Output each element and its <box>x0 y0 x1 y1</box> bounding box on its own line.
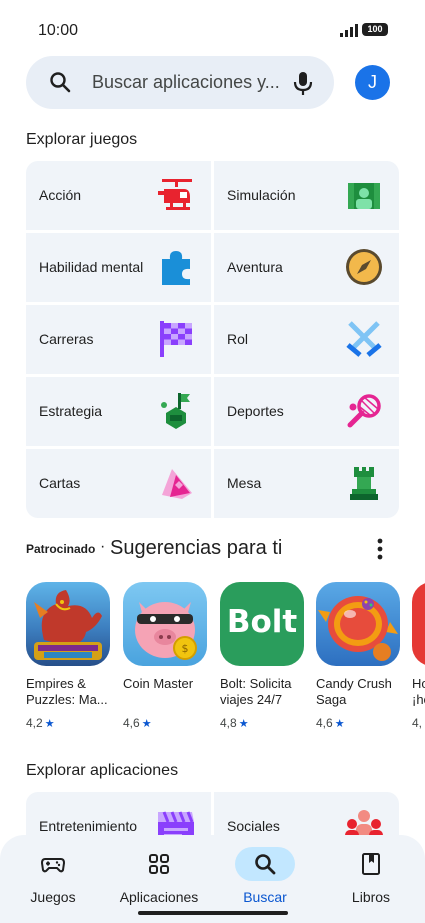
search-icon <box>255 854 276 875</box>
app-name: Ho ¡he <box>412 676 425 707</box>
nav-pill <box>341 847 401 881</box>
empires-puzzles-icon <box>26 582 110 666</box>
category-label: Aventura <box>227 259 283 275</box>
category-label: Acción <box>39 187 82 203</box>
simulation-icon <box>348 183 380 209</box>
app-card-candy-crush[interactable]: Candy Crush Saga 4,6 ★ <box>316 582 402 730</box>
apps-grid-icon <box>149 854 169 874</box>
nav-label: Buscar <box>243 889 287 905</box>
category-label: Mesa <box>227 475 262 491</box>
app-name: Empires & Puzzles: Ma... <box>26 676 108 707</box>
app-card-empires-puzzles[interactable]: Empires & Puzzles: Ma... 4,2 ★ <box>26 582 112 730</box>
rating-value: 4,2 <box>26 716 43 730</box>
category-habilidad-mental[interactable]: Habilidad mental <box>26 233 211 302</box>
search-bar[interactable]: Buscar aplicaciones y... <box>26 56 334 109</box>
star-icon: ★ <box>141 718 152 730</box>
app-rating: 4,6 ★ <box>316 716 402 730</box>
apps-section-title: Explorar aplicaciones <box>26 762 179 779</box>
partial-app-icon <box>412 582 425 666</box>
category-simulacion[interactable]: Simulación <box>214 161 399 230</box>
bolt-icon: Bolt <box>220 582 304 666</box>
svg-text:$: $ <box>182 642 189 655</box>
star-icon: ★ <box>334 718 345 730</box>
category-label: Habilidad mental <box>39 259 144 275</box>
category-rol[interactable]: Rol <box>214 305 399 374</box>
category-deportes[interactable]: Deportes <box>214 377 399 446</box>
tennis-racket-icon <box>347 394 381 428</box>
crossed-swords-icon <box>346 321 382 357</box>
checkered-flag-icon <box>160 321 192 357</box>
nav-label: Aplicaciones <box>119 889 199 905</box>
nav-juegos[interactable]: Juegos <box>0 847 106 905</box>
rating-value: 4, <box>412 716 423 730</box>
category-aventura[interactable]: Aventura <box>214 233 399 302</box>
suggestions-header: Patrocinado · Sugerencias para ti <box>26 536 399 562</box>
nav-pill <box>23 847 83 881</box>
status-bar: 10:00 100 <box>0 0 425 60</box>
strategy-icon <box>161 393 190 429</box>
app-card-partial[interactable]: Ho ¡he 4, <box>412 582 425 730</box>
category-mesa[interactable]: Mesa <box>214 449 399 518</box>
compass-icon <box>346 249 382 285</box>
category-label: Deportes <box>227 403 284 419</box>
category-label: Entretenimiento <box>39 818 138 834</box>
candy-crush-icon <box>316 582 400 666</box>
nav-label: Libros <box>351 889 391 905</box>
star-icon: ★ <box>238 718 249 730</box>
suggestions-title: Sugerencias para ti <box>110 537 283 559</box>
chess-rook-icon <box>350 467 378 500</box>
app-rating: 4,8 ★ <box>220 716 306 730</box>
app-name: Coin Master <box>123 676 194 691</box>
book-icon <box>362 853 380 875</box>
search-icon <box>50 72 71 93</box>
cards-icon <box>162 469 192 499</box>
nav-label: Juegos <box>30 889 76 905</box>
app-card-bolt[interactable]: Bolt Bolt: Solicita viajes 24/7 4,8 ★ <box>220 582 306 730</box>
category-label: Estrategia <box>39 403 103 419</box>
home-indicator[interactable] <box>138 911 288 915</box>
nav-pill <box>129 847 189 881</box>
games-section-title: Explorar juegos <box>26 131 138 148</box>
app-rating: 4,6 ★ <box>123 716 209 730</box>
category-carreras[interactable]: Carreras <box>26 305 211 374</box>
category-estrategia[interactable]: Estrategia <box>26 377 211 446</box>
app-rating: 4,2 ★ <box>26 716 112 730</box>
nav-buscar[interactable]: Buscar <box>212 847 318 905</box>
rating-value: 4,8 <box>220 716 237 730</box>
category-label: Simulación <box>227 187 296 203</box>
helicopter-icon <box>158 179 192 210</box>
category-label: Sociales <box>227 818 280 834</box>
rating-value: 4,6 <box>123 716 140 730</box>
battery-icon: 100 <box>362 23 388 36</box>
app-name: Candy Crush Saga <box>316 676 392 707</box>
category-cartas[interactable]: Cartas <box>26 449 211 518</box>
nav-libros[interactable]: Libros <box>318 847 424 905</box>
status-time: 10:00 <box>38 22 79 39</box>
rating-value: 4,6 <box>316 716 333 730</box>
category-label: Cartas <box>39 475 81 491</box>
more-options-icon[interactable] <box>376 538 384 560</box>
sponsored-label: Patrocinado <box>26 542 96 556</box>
microphone-icon[interactable] <box>292 70 314 96</box>
puzzle-icon <box>162 251 190 285</box>
app-rating: 4, <box>412 716 425 730</box>
bolt-logo-text: Bolt <box>226 604 298 640</box>
signal-icon <box>340 24 358 37</box>
nav-pill-active <box>235 847 295 881</box>
category-label: Carreras <box>39 331 94 347</box>
separator-dot: · <box>100 538 106 555</box>
search-input[interactable]: Buscar aplicaciones y... <box>92 72 282 93</box>
app-name: Bolt: Solicita viajes 24/7 <box>220 676 292 707</box>
avatar[interactable]: J <box>355 65 390 100</box>
category-label: Rol <box>227 331 249 347</box>
app-card-coin-master[interactable]: $ Coin Master 4,6 ★ <box>123 582 209 730</box>
gamepad-icon <box>41 858 65 873</box>
nav-aplicaciones[interactable]: Aplicaciones <box>106 847 212 905</box>
coin-master-icon: $ <box>123 582 207 666</box>
bottom-navigation: Juegos Aplicaciones Buscar Libros <box>0 835 425 923</box>
category-accion[interactable]: Acción <box>26 161 211 230</box>
star-icon: ★ <box>44 718 55 730</box>
